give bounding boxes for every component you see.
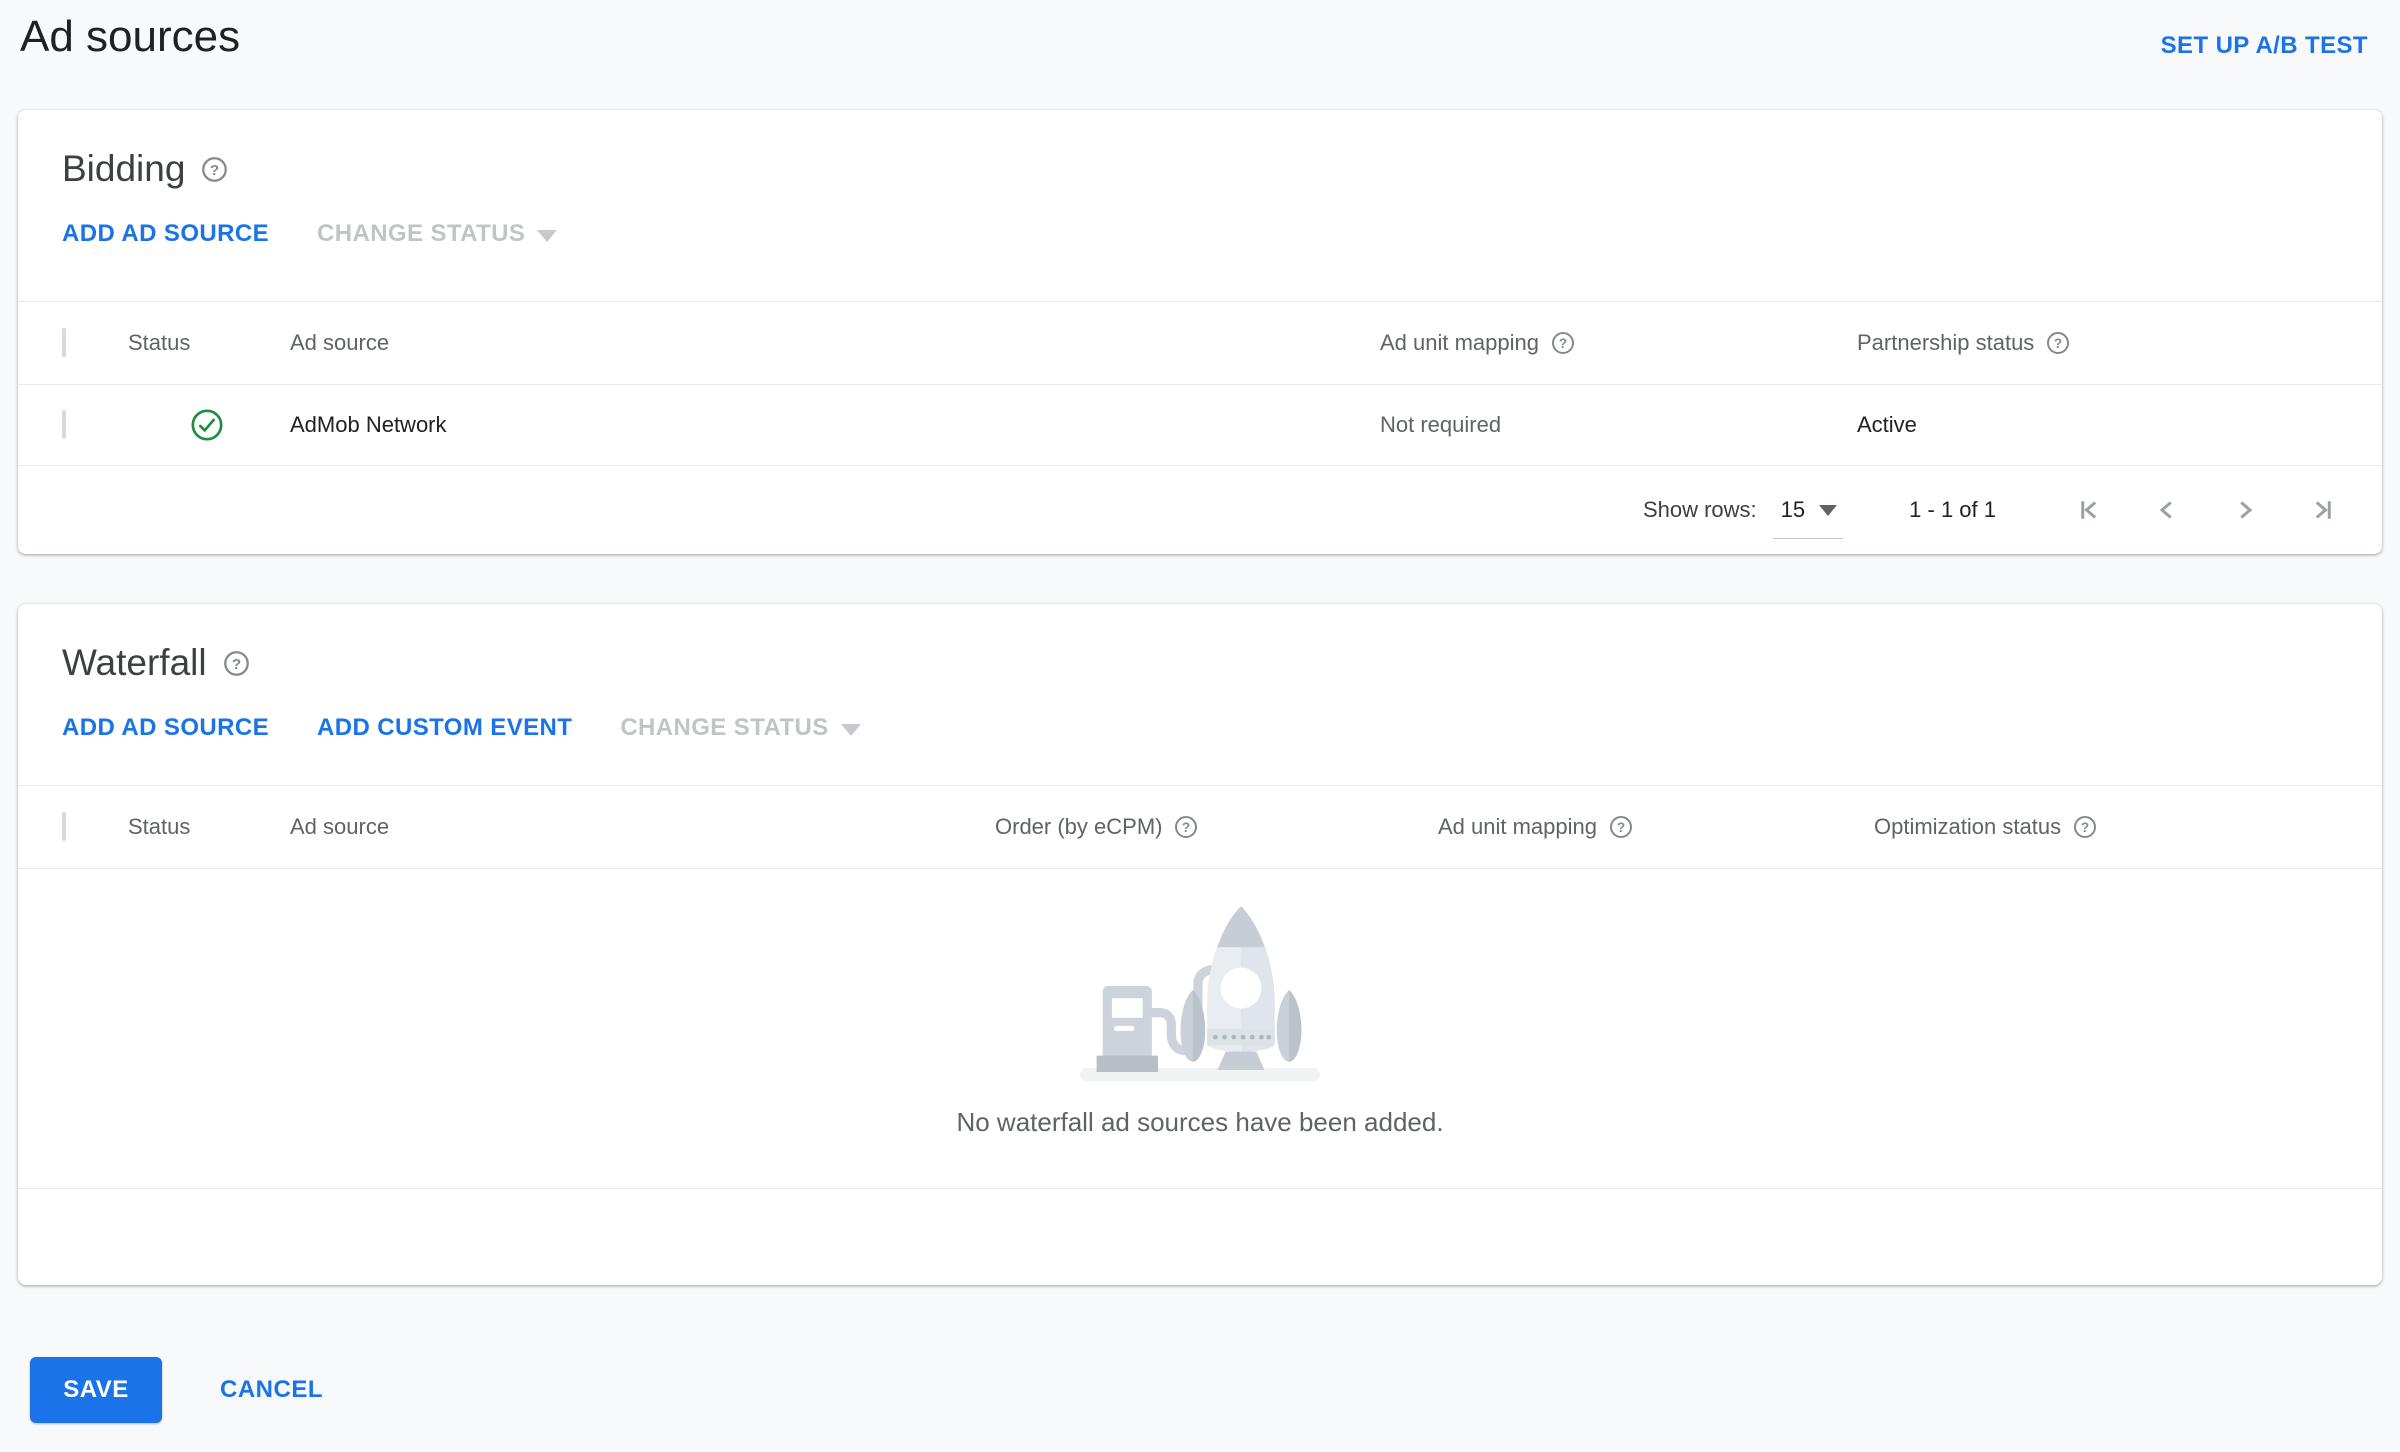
svg-text:?: ? — [1559, 336, 1567, 351]
add-ad-source-button[interactable]: ADD AD SOURCE — [62, 220, 269, 248]
column-header-status: Status — [128, 814, 191, 839]
waterfall-card-footer — [18, 1188, 2382, 1285]
waterfall-actions: ADD AD SOURCE ADD CUSTOM EVENT CHANGE ST… — [62, 714, 2338, 742]
table-row: AdMob Network Not required Active — [18, 385, 2382, 466]
help-icon[interactable]: ? — [1551, 331, 1575, 355]
caret-down-icon — [840, 724, 861, 736]
waterfall-table-header: Status Ad source Order (by eCPM) ? Ad un… — [18, 785, 2382, 869]
change-status-label: CHANGE STATUS — [620, 714, 829, 741]
cell-partnership-status: Active — [1857, 412, 1917, 437]
help-icon[interactable]: ? — [223, 650, 250, 677]
add-ad-source-button[interactable]: ADD AD SOURCE — [62, 714, 269, 742]
column-header-order: Order (by eCPM) — [995, 814, 1163, 839]
select-all-checkbox[interactable] — [62, 328, 66, 357]
svg-text:?: ? — [210, 161, 219, 178]
set-up-ab-test-link[interactable]: SET UP A/B TEST — [2161, 32, 2368, 60]
caret-down-icon — [537, 230, 558, 242]
bidding-table: Status Ad source Ad unit mapping ? Partn… — [18, 301, 2382, 554]
bidding-title-label: Bidding — [62, 148, 186, 189]
first-page-icon[interactable] — [2074, 495, 2104, 525]
cancel-button[interactable]: CANCEL — [220, 1376, 323, 1404]
waterfall-title-label: Waterfall — [62, 642, 207, 683]
rows-per-page-value: 15 — [1780, 496, 1806, 522]
help-icon[interactable]: ? — [201, 156, 228, 183]
column-header-optimization-status: Optimization status — [1874, 814, 2062, 839]
help-icon[interactable]: ? — [1174, 815, 1198, 839]
column-header-partnership-status: Partnership status — [1857, 330, 2035, 355]
cell-ad-unit-mapping: Not required — [1380, 412, 1502, 437]
empty-state-message: No waterfall ad sources have been added. — [956, 1107, 1444, 1137]
column-header-ad-unit-mapping: Ad unit mapping — [1438, 814, 1597, 839]
column-header-ad-source: Ad source — [290, 814, 390, 839]
bidding-card-header: Bidding ? ADD AD SOURCE CHANGE STATUS — [18, 110, 2382, 248]
help-icon[interactable]: ? — [2046, 331, 2070, 355]
help-icon[interactable]: ? — [1609, 815, 1633, 839]
svg-text:?: ? — [2081, 820, 2089, 835]
select-all-checkbox[interactable] — [62, 812, 66, 841]
cell-ad-source: AdMob Network — [290, 412, 447, 437]
save-button[interactable]: SAVE — [30, 1357, 162, 1423]
bidding-table-header: Status Ad source Ad unit mapping ? Partn… — [18, 301, 2382, 385]
rocket-fuel-pump-illustration — [1080, 906, 1320, 1082]
svg-text:?: ? — [2054, 336, 2062, 351]
svg-text:?: ? — [1182, 820, 1190, 835]
svg-text:?: ? — [231, 655, 240, 672]
waterfall-table: Status Ad source Order (by eCPM) ? Ad un… — [18, 785, 2382, 1285]
waterfall-card-header: Waterfall ? ADD AD SOURCE ADD CUSTOM EVE… — [18, 604, 2382, 742]
pagination-bar: Show rows: 15 1 - 1 of 1 — [18, 466, 2382, 554]
waterfall-card: Waterfall ? ADD AD SOURCE ADD CUSTOM EVE… — [18, 604, 2382, 1285]
change-status-button[interactable]: CHANGE STATUS — [620, 714, 861, 742]
previous-page-icon[interactable] — [2152, 495, 2182, 525]
page-title: Ad sources — [20, 12, 241, 61]
next-page-icon[interactable] — [2230, 495, 2260, 525]
page-actions: SAVE CANCEL — [30, 1357, 2400, 1423]
bidding-section-title: Bidding ? — [62, 148, 2338, 190]
column-header-status: Status — [128, 330, 191, 355]
rows-per-page-select[interactable]: 15 — [1772, 481, 1844, 539]
column-header-ad-unit-mapping: Ad unit mapping — [1380, 330, 1539, 355]
show-rows-label: Show rows: — [1642, 497, 1757, 522]
check-circle-icon — [190, 408, 290, 442]
last-page-icon[interactable] — [2308, 495, 2338, 525]
add-custom-event-button[interactable]: ADD CUSTOM EVENT — [317, 714, 572, 742]
column-header-ad-source: Ad source — [290, 330, 390, 355]
page-header: Ad sources SET UP A/B TEST — [0, 0, 2400, 110]
bidding-actions: ADD AD SOURCE CHANGE STATUS — [62, 220, 2338, 248]
pagination-nav — [2074, 495, 2338, 525]
caret-down-icon — [1819, 505, 1838, 516]
waterfall-empty-state: No waterfall ad sources have been added. — [18, 869, 2382, 1188]
waterfall-section-title: Waterfall ? — [62, 642, 2338, 684]
bidding-card: Bidding ? ADD AD SOURCE CHANGE STATUS St… — [18, 110, 2382, 554]
pagination-range: 1 - 1 of 1 — [1909, 497, 1996, 522]
row-checkbox[interactable] — [62, 410, 66, 439]
svg-text:?: ? — [1617, 820, 1625, 835]
help-icon[interactable]: ? — [2073, 815, 2097, 839]
change-status-label: CHANGE STATUS — [317, 220, 526, 247]
change-status-button[interactable]: CHANGE STATUS — [317, 220, 558, 248]
